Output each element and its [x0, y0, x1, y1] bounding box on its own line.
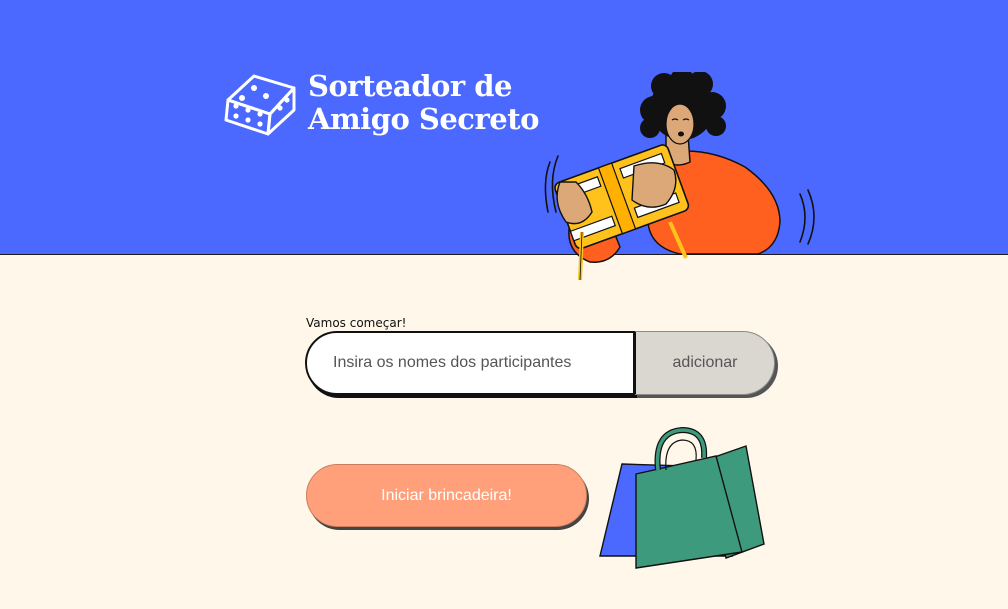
header-banner: Sorteador de Amigo Secreto — [0, 0, 1008, 281]
participant-name-input[interactable] — [305, 331, 635, 395]
shopping-bags-illustration — [599, 426, 765, 569]
app-title-line2: Amigo Secreto — [308, 102, 539, 136]
app-title-line1: Sorteador de — [308, 69, 512, 103]
start-game-button[interactable]: Iniciar brincadeira! — [306, 464, 587, 527]
person-holding-gift-illustration — [544, 72, 815, 281]
participant-input-group: adicionar — [305, 331, 777, 399]
add-participant-button[interactable]: adicionar — [634, 331, 775, 395]
dice-icon — [224, 74, 296, 136]
app-logo: Sorteador de Amigo Secreto — [224, 70, 539, 140]
form-label: Vamos começar! — [306, 316, 407, 330]
app-title: Sorteador de Amigo Secreto — [308, 70, 539, 136]
